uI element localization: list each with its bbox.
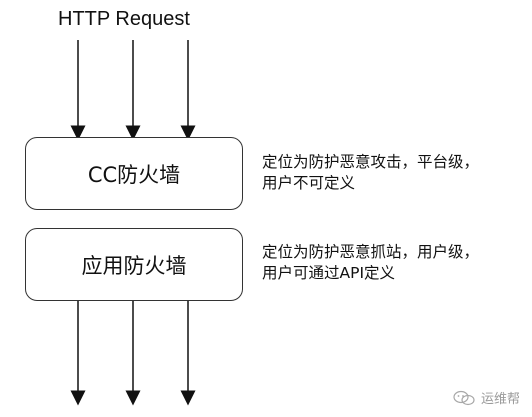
cc-firewall-box: CC防火墙	[25, 137, 243, 210]
app-firewall-box: 应用防火墙	[25, 228, 243, 301]
watermark: 运维帮	[453, 388, 520, 407]
cc-firewall-description: 定位为防护恶意攻击，平台级， 用户不可定义	[262, 152, 479, 194]
cc-firewall-description-line-2: 用户不可定义	[262, 174, 356, 192]
app-firewall-description: 定位为防护恶意抓站，用户级， 用户可通过API定义	[262, 242, 479, 284]
wechat-icon	[453, 390, 475, 405]
app-firewall-description-line-2: 用户可通过API定义	[262, 264, 396, 282]
app-firewall-label: 应用防火墙	[81, 253, 187, 278]
watermark-text: 运维帮	[480, 392, 520, 407]
app-firewall-description-line-1: 定位为防护恶意抓站，用户级，	[262, 243, 480, 261]
cc-firewall-description-line-1: 定位为防护恶意攻击，平台级，	[262, 153, 480, 171]
cc-firewall-label: CC防火墙	[87, 162, 181, 187]
